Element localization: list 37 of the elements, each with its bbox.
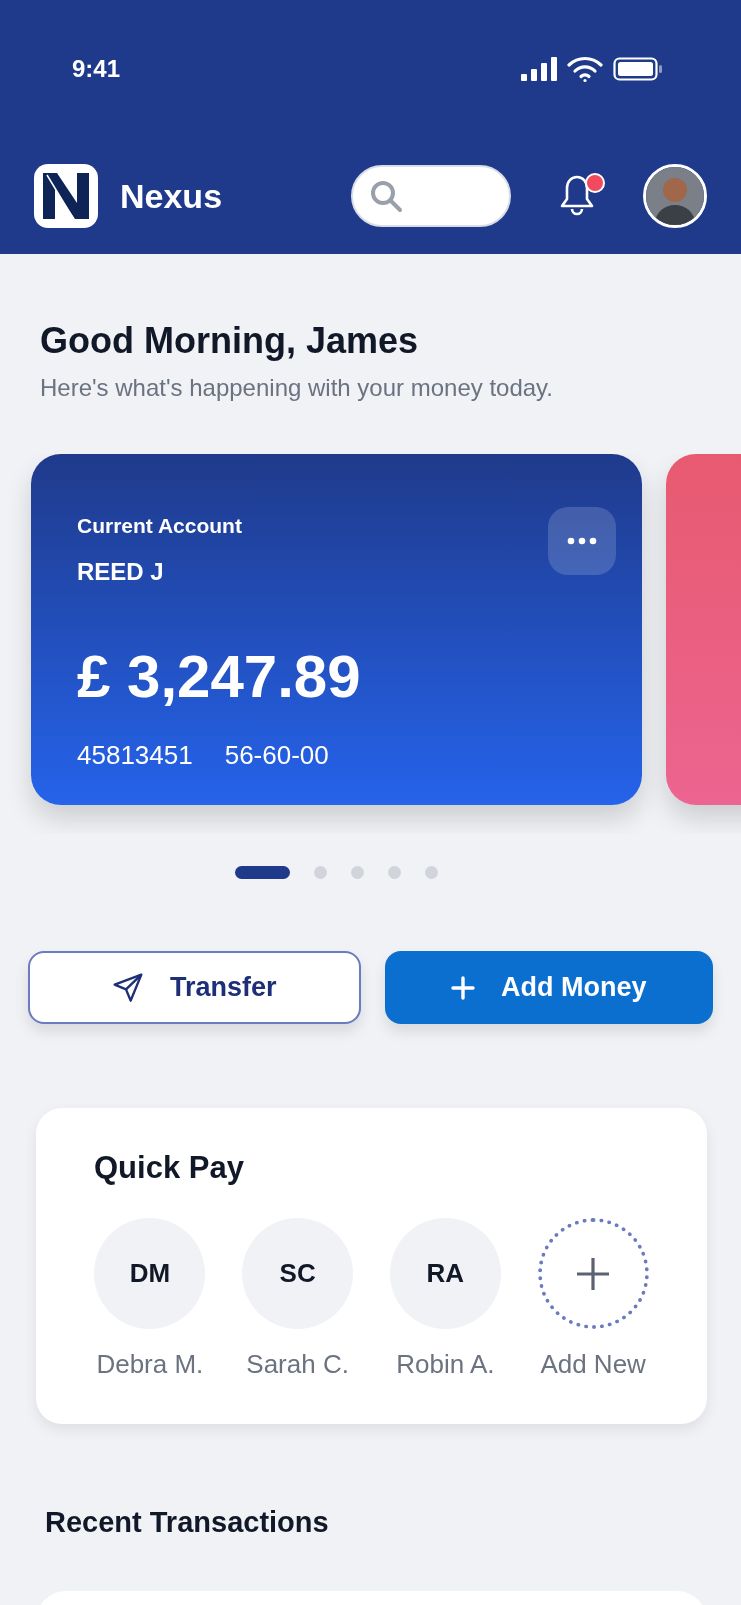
more-button[interactable] xyxy=(548,507,616,575)
contact-name: Robin A. xyxy=(396,1349,495,1380)
contact-name: Debra M. xyxy=(96,1349,204,1380)
battery-icon xyxy=(613,57,663,81)
transfer-button[interactable]: Transfer xyxy=(28,951,361,1024)
contact-name: Add New xyxy=(540,1349,646,1380)
avatar-icon[interactable] xyxy=(643,164,707,228)
signal-icon xyxy=(521,57,557,81)
account-type: Current Account xyxy=(77,514,242,538)
account-holder: REED J xyxy=(77,558,164,586)
wifi-icon xyxy=(567,55,603,83)
add-money-button[interactable]: Add Money xyxy=(384,951,713,1024)
app-title: Nexus xyxy=(120,176,223,216)
plus-icon xyxy=(451,975,475,1000)
section-title: Recent Transactions xyxy=(45,1506,330,1539)
carousel-dot[interactable] xyxy=(425,866,438,879)
send-icon xyxy=(111,971,144,1004)
account-balance: £ 3,247.89 xyxy=(77,642,361,711)
contact-avatar[interactable]: DM xyxy=(94,1218,206,1329)
greeting-subtitle: Here's what's happening with your money today. xyxy=(40,374,554,402)
section-title: Quick Pay xyxy=(94,1150,245,1186)
contact-avatar[interactable]: SC xyxy=(242,1218,354,1329)
greeting-title: Good Morning, James xyxy=(40,320,420,362)
add-contact-button[interactable] xyxy=(537,1218,649,1329)
carousel-dot[interactable] xyxy=(388,866,401,879)
account-card[interactable]: Current Account REED J £ 3,247.89 45813451 56-60-00 xyxy=(31,454,642,805)
contact-avatar[interactable]: RA xyxy=(389,1218,501,1329)
logo-icon xyxy=(34,164,98,228)
account-number: 45813451 xyxy=(77,740,193,771)
carousel-dot[interactable] xyxy=(314,866,327,879)
carousel-dot[interactable] xyxy=(351,866,364,879)
status-time: 9:41 xyxy=(72,55,121,83)
more-icon xyxy=(567,537,597,545)
contact-name: Sarah C. xyxy=(246,1349,349,1380)
sort-code: 56-60-00 xyxy=(224,740,329,771)
plus-icon xyxy=(576,1256,611,1291)
search-icon xyxy=(369,179,403,213)
